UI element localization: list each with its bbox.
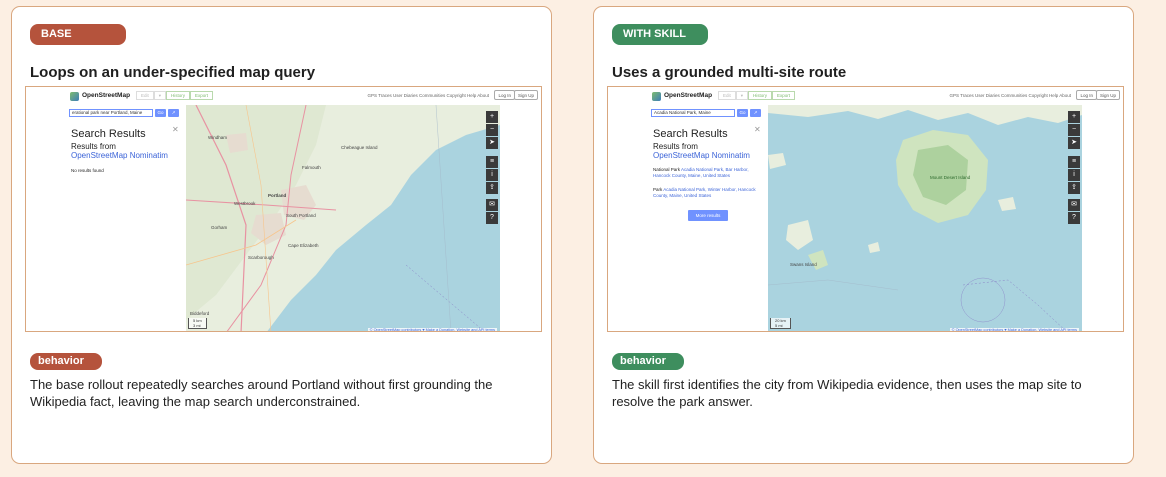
skill-screenshot: OpenStreetMap Edit ▾ History Export GPS … (607, 86, 1124, 332)
base-screenshot: OpenStreetMap Edit ▾ History Export GPS … (25, 86, 542, 332)
osm-signup-button[interactable]: Sign Up (513, 90, 538, 100)
map-label-chebeague: Chebeague Island (341, 145, 378, 150)
osm-login-button[interactable]: Log In (1076, 90, 1097, 100)
osm-tabs: Edit ▾ History Export (136, 91, 214, 100)
info-icon[interactable]: i (1068, 169, 1080, 181)
zoom-out-icon[interactable]: − (486, 124, 498, 136)
directions-button[interactable]: ↗ (750, 109, 761, 117)
query-icon[interactable]: ? (1068, 212, 1080, 224)
map-label-portland: Portland (268, 193, 287, 198)
skill-description: The skill first identifies the city from… (612, 377, 1082, 409)
layers-icon[interactable]: ≡ (486, 156, 498, 168)
result-type: Park (653, 187, 663, 192)
osm-tab-edit[interactable]: Edit (136, 91, 154, 100)
osm-sidebar: Acadia National Park, Maine Go ↗ Search … (608, 105, 768, 331)
locate-icon[interactable]: ➤ (486, 137, 498, 149)
map-label-falmouth: Falmouth (302, 165, 321, 170)
map-label-scarborough: Scarborough (248, 255, 274, 260)
result-item: National Park Acadia National Park, Bar … (653, 167, 763, 179)
map-attribution[interactable]: © OpenStreetMap contributors ♥ Make a Do… (949, 328, 1079, 331)
info-icon[interactable]: i (486, 169, 498, 181)
osm-tab-edit-dropdown[interactable]: ▾ (153, 91, 167, 100)
zoom-in-icon[interactable]: + (486, 111, 498, 123)
osm-tabs: Edit ▾ History Export (718, 91, 796, 100)
scale-mi: 5 mi (775, 323, 783, 328)
skill-tag: WITH SKILL (612, 24, 708, 45)
map-label-biddeford: Biddeford (190, 311, 210, 316)
map-view[interactable]: Mount Desert Island Swans Island © OpenS… (768, 105, 1082, 332)
osm-tab-edit-dropdown[interactable]: ▾ (735, 91, 749, 100)
base-panel: BASE Loops on an under-specified map que… (11, 6, 552, 464)
zoom-in-icon[interactable]: + (1068, 111, 1080, 123)
osm-tab-history[interactable]: History (748, 91, 773, 100)
layers-icon[interactable]: ≡ (1068, 156, 1080, 168)
base-behavior-tag: behavior (30, 353, 102, 370)
go-button[interactable]: Go (737, 109, 748, 117)
map-label-south-portland: South Portland (286, 213, 316, 218)
map-view[interactable]: Westbrook Portland South Portland Cape E… (186, 105, 500, 332)
nominatim-link[interactable]: OpenStreetMap Nominatim (71, 151, 168, 160)
skill-panel: WITH SKILL Uses a grounded multi-site ro… (593, 6, 1134, 464)
osm-logo-icon[interactable] (652, 92, 661, 101)
osm-sidebar: erational park near Portland, Maine Go ↗… (26, 105, 186, 331)
osm-header: OpenStreetMap Edit ▾ History Export GPS … (26, 87, 541, 105)
share-icon[interactable]: ⇪ (1068, 182, 1080, 194)
directions-button[interactable]: ↗ (168, 109, 179, 117)
result-type: National Park (653, 167, 681, 172)
map-label-westbrook: Westbrook (234, 201, 256, 206)
osm-nav-links[interactable]: GPS Traces User Diaries Communities Copy… (949, 93, 1071, 98)
zoom-out-icon[interactable]: − (1068, 124, 1080, 136)
search-input[interactable]: Acadia National Park, Maine (651, 109, 735, 117)
osm-tab-export[interactable]: Export (772, 91, 796, 100)
skill-behavior-tag: behavior (612, 353, 684, 370)
osm-login-button[interactable]: Log In (494, 90, 515, 100)
osm-tab-history[interactable]: History (166, 91, 191, 100)
note-icon[interactable]: ✉ (486, 199, 498, 211)
osm-nav-links[interactable]: GPS Traces User Diaries Communities Copy… (367, 93, 489, 98)
base-tag: BASE (30, 24, 126, 45)
osm-brand[interactable]: OpenStreetMap (664, 92, 712, 99)
map-scale: 5 km 3 mi (188, 318, 207, 329)
osm-logo-icon[interactable] (70, 92, 79, 101)
results-from-label: Results from (71, 142, 116, 151)
base-title: Loops on an under-specified map query (30, 64, 316, 81)
skill-title: Uses a grounded multi-site route (612, 64, 847, 81)
search-results-title: Search Results (653, 128, 728, 140)
results-from-label: Results from (653, 142, 698, 151)
search-results-title: Search Results (71, 128, 146, 140)
close-icon[interactable]: ✕ (172, 125, 179, 134)
close-icon[interactable]: ✕ (754, 125, 761, 134)
osm-brand[interactable]: OpenStreetMap (82, 92, 130, 99)
map-label-cape-elizabeth: Cape Elizabeth (288, 243, 319, 248)
no-results-text: No results found (71, 168, 104, 173)
map-attribution[interactable]: © OpenStreetMap contributors ♥ Make a Do… (367, 328, 497, 331)
note-icon[interactable]: ✉ (1068, 199, 1080, 211)
result-link[interactable]: Acadia National Park, Winter Harbor, Han… (653, 187, 756, 198)
map-label-mount-desert: Mount Desert Island (930, 175, 971, 180)
result-item: Park Acadia National Park, Winter Harbor… (653, 187, 763, 199)
go-button[interactable]: Go (155, 109, 166, 117)
base-description: The base rollout repeatedly searches aro… (30, 377, 493, 409)
scale-mi: 3 mi (193, 323, 201, 328)
nominatim-link[interactable]: OpenStreetMap Nominatim (653, 151, 750, 160)
map-label-windham: Windham (208, 135, 228, 140)
map-label-gorham: Gorham (211, 225, 228, 230)
osm-tab-export[interactable]: Export (190, 91, 214, 100)
share-icon[interactable]: ⇪ (486, 182, 498, 194)
map-label-swans-island: Swans Island (790, 262, 817, 267)
map-scale: 20 km 5 mi (770, 318, 791, 329)
map-canvas[interactable] (768, 105, 1082, 332)
search-input[interactable]: erational park near Portland, Maine (69, 109, 153, 117)
query-icon[interactable]: ? (486, 212, 498, 224)
locate-icon[interactable]: ➤ (1068, 137, 1080, 149)
more-results-button[interactable]: More results (688, 210, 728, 221)
map-canvas[interactable] (186, 105, 500, 332)
osm-tab-edit[interactable]: Edit (718, 91, 736, 100)
osm-signup-button[interactable]: Sign Up (1095, 90, 1120, 100)
osm-header: OpenStreetMap Edit ▾ History Export GPS … (608, 87, 1123, 105)
